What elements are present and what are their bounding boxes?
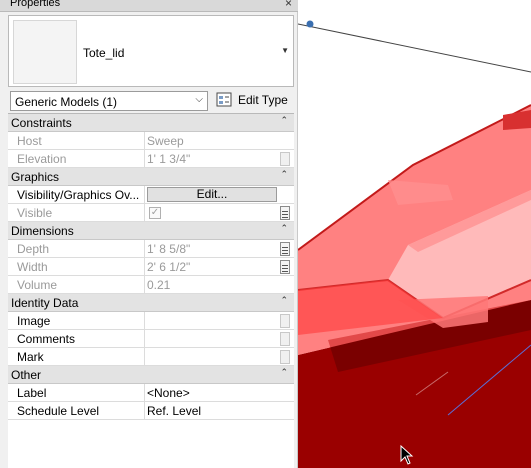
group-label: Other (11, 368, 42, 382)
tote-lid-model (298, 20, 531, 468)
group-label: Identity Data (11, 296, 79, 310)
group-label: Constraints (11, 116, 72, 130)
chevron-down-icon[interactable]: ⌵ (195, 94, 203, 105)
param-value: 0.21 (147, 278, 171, 292)
edit-type-icon (216, 92, 232, 107)
param-row-comments: Comments (8, 330, 294, 348)
collapse-icon[interactable]: ⌃ (280, 169, 288, 180)
properties-palette: Properties × Tote_lid ▼ Generic Models (… (0, 0, 298, 468)
param-name: Visibility/Graphics Ov... (17, 188, 140, 202)
properties-grid: Constraints ⌃ Host Sweep Elevation 1' 1 … (8, 113, 294, 468)
param-row-label: Label <None> (8, 384, 294, 402)
param-name: Elevation (17, 152, 67, 166)
associate-parameter-icon[interactable] (280, 260, 290, 274)
param-name: Host (17, 134, 42, 148)
associate-parameter-icon[interactable] (280, 314, 290, 328)
grip-handle[interactable] (306, 20, 314, 28)
collapse-icon[interactable]: ⌃ (280, 223, 288, 234)
visibility-edit-button[interactable]: Edit... (147, 187, 277, 202)
collapse-icon[interactable]: ⌃ (280, 295, 288, 306)
associate-parameter-icon[interactable] (280, 350, 290, 364)
param-name: Mark (17, 350, 44, 364)
visible-checkbox[interactable]: ✓ (149, 207, 161, 219)
param-row-host: Host Sweep (8, 132, 294, 150)
param-name: Depth (17, 242, 50, 256)
reference-line (298, 23, 531, 73)
param-name: Visible (17, 206, 53, 220)
type-selector[interactable]: Tote_lid ▼ (8, 15, 294, 87)
param-name: Width (17, 260, 48, 274)
3d-viewport[interactable] (298, 0, 531, 468)
collapse-icon[interactable]: ⌃ (280, 367, 288, 378)
group-dimensions[interactable]: Dimensions ⌃ (8, 222, 294, 240)
instance-row: Generic Models (1) ⌵ Edit Type (8, 90, 294, 112)
param-row-depth: Depth 1' 8 5/8" (8, 240, 294, 258)
param-value: 1' 8 5/8" (147, 242, 191, 256)
param-name: Volume (17, 278, 58, 292)
param-row-width: Width 2' 6 1/2" (8, 258, 294, 276)
param-row-elevation: Elevation 1' 1 3/4" (8, 150, 294, 168)
collapse-icon[interactable]: ⌃ (280, 115, 288, 126)
param-row-schedule-level: Schedule Level Ref. Level (8, 402, 294, 420)
palette-titlebar[interactable]: Properties × (0, 0, 298, 12)
param-name: Label (17, 386, 47, 400)
associate-parameter-icon[interactable] (280, 152, 290, 166)
group-label: Graphics (11, 170, 60, 184)
param-value[interactable]: <None> (147, 386, 190, 400)
associate-parameter-icon[interactable] (280, 332, 290, 346)
palette-title: Properties (10, 0, 61, 9)
param-value: 2' 6 1/2" (147, 260, 191, 274)
close-icon[interactable]: × (285, 0, 292, 10)
edit-type-button[interactable]: Edit Type (214, 90, 294, 112)
instance-filter-dropdown[interactable]: Generic Models (1) ⌵ (10, 91, 208, 111)
param-name: Schedule Level (17, 404, 100, 418)
edit-type-label: Edit Type (238, 93, 288, 107)
param-row-visible: Visible ✓ (8, 204, 294, 222)
param-row-image: Image (8, 312, 294, 330)
associate-parameter-icon[interactable] (280, 242, 290, 256)
param-name: Image (17, 314, 51, 328)
mouse-cursor-icon (400, 445, 414, 465)
group-constraints[interactable]: Constraints ⌃ (8, 114, 294, 132)
param-row-visibility-graphics: Visibility/Graphics Ov... Edit... (8, 186, 294, 204)
param-row-mark: Mark (8, 348, 294, 366)
group-graphics[interactable]: Graphics ⌃ (8, 168, 294, 186)
param-value: Sweep (147, 134, 184, 148)
group-label: Dimensions (11, 224, 74, 238)
param-row-volume: Volume 0.21 (8, 276, 294, 294)
group-identity-data[interactable]: Identity Data ⌃ (8, 294, 294, 312)
param-name: Comments (17, 332, 76, 346)
associate-parameter-icon[interactable] (280, 206, 290, 220)
instance-filter-label: Generic Models (1) (15, 95, 118, 109)
group-other[interactable]: Other ⌃ (8, 366, 294, 384)
type-name: Tote_lid (83, 46, 125, 60)
type-preview-image (13, 20, 77, 84)
param-value: 1' 1 3/4" (147, 152, 191, 166)
param-value[interactable]: Ref. Level (147, 404, 201, 418)
dropdown-arrow-icon[interactable]: ▼ (281, 46, 289, 55)
